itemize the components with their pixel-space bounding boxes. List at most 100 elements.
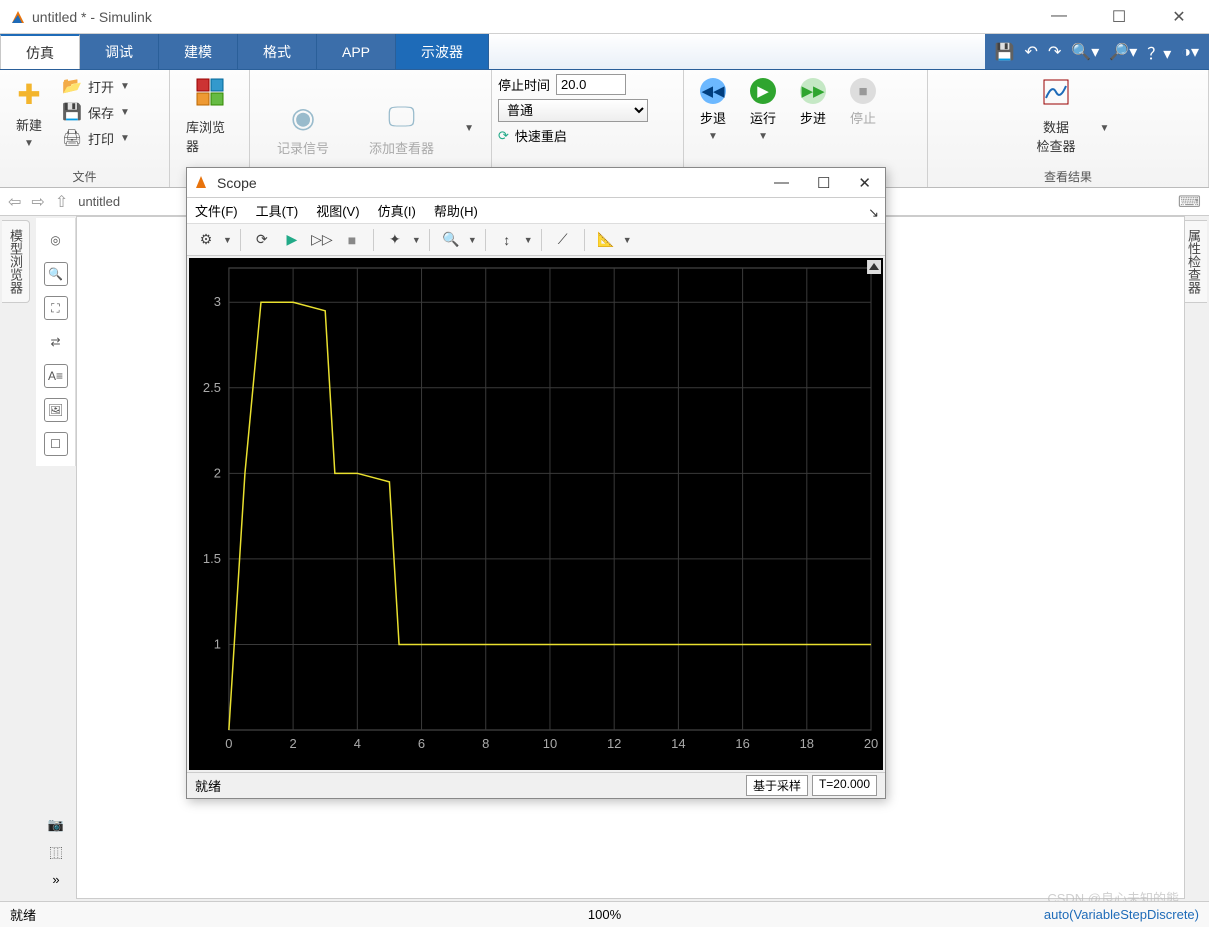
save-shortcut-icon[interactable]: 💾 bbox=[995, 42, 1015, 62]
minimize-button[interactable]: — bbox=[1039, 7, 1079, 27]
svg-text:16: 16 bbox=[735, 736, 749, 751]
scope-menu-sim[interactable]: 仿真(I) bbox=[378, 201, 416, 220]
scope-menu-view[interactable]: 视图(V) bbox=[316, 201, 359, 220]
ribbon-tabs: 仿真 调试 建模 格式 APP 示波器 💾 ↶ ↷ 🔍▾ 🔎▾ ？▾ ◑▾ bbox=[0, 34, 1209, 70]
nav-fwd-icon[interactable]: ⇨ bbox=[31, 192, 44, 212]
scope-maximize-button[interactable]: ☐ bbox=[811, 174, 836, 192]
scope-window: Scope — ☐ ✕ 文件(F) 工具(T) 视图(V) 仿真(I) 帮助(H… bbox=[186, 167, 886, 799]
scope-plot[interactable]: 0246810121416182011.522.53 bbox=[189, 258, 883, 770]
target-icon[interactable]: ◎ bbox=[44, 228, 68, 252]
breadcrumb-text[interactable]: untitled bbox=[78, 194, 120, 209]
review-more-icon[interactable]: ▼ bbox=[1100, 123, 1110, 134]
status-bar: 就绪 100% auto(VariableStepDiscrete) bbox=[0, 901, 1209, 927]
help-icon[interactable]: ？▾ bbox=[1147, 40, 1171, 64]
tab-apps[interactable]: APP bbox=[317, 34, 396, 69]
scope-cursor-icon[interactable]: ⟋ bbox=[550, 227, 576, 253]
inspector-icon bbox=[1042, 78, 1070, 113]
new-label: 新建 bbox=[16, 115, 42, 134]
scope-restart-icon[interactable]: ⟳ bbox=[249, 227, 275, 253]
annotate-icon[interactable]: A≡ bbox=[44, 364, 68, 388]
tab-simulate[interactable]: 仿真 bbox=[0, 34, 80, 69]
stop-label: 停止 bbox=[850, 108, 876, 127]
fit-view-icon[interactable]: ⛶ bbox=[44, 296, 68, 320]
expand-icon[interactable]: » bbox=[52, 872, 59, 887]
scope-run-icon[interactable]: ▶ bbox=[279, 227, 305, 253]
run-button[interactable]: ▶运行▼ bbox=[740, 74, 786, 146]
image-icon[interactable]: 🖼 bbox=[44, 398, 68, 422]
svg-text:2.5: 2.5 bbox=[203, 380, 221, 395]
model-browser-tab[interactable]: 模型浏览器 bbox=[2, 220, 30, 303]
keyboard-icon[interactable]: ⌨ bbox=[1178, 192, 1201, 212]
close-button[interactable]: ✕ bbox=[1159, 7, 1199, 27]
nav-up-icon[interactable]: ⇧ bbox=[55, 192, 68, 212]
scope-logo-icon bbox=[195, 173, 211, 192]
library-label: 库浏览器 bbox=[186, 117, 233, 155]
more-icon[interactable]: ◑▾ bbox=[1181, 42, 1199, 62]
scope-stop-icon[interactable]: ■ bbox=[339, 227, 365, 253]
scope-autoscale-icon[interactable]: ↕ bbox=[494, 227, 520, 253]
new-file-icon: ✚ bbox=[17, 78, 40, 111]
print-label: 打印 bbox=[88, 129, 114, 148]
svg-text:12: 12 bbox=[607, 736, 621, 751]
step-forward-button[interactable]: ▶▶ 步进 bbox=[790, 74, 836, 131]
folder-open-icon: 📂 bbox=[62, 76, 82, 96]
print-icon: 🖨 bbox=[62, 128, 82, 148]
status-zoom[interactable]: 100% bbox=[588, 907, 621, 922]
tab-format[interactable]: 格式 bbox=[238, 34, 317, 69]
add-viewer-button[interactable]: 🖵 添加查看器 bbox=[359, 97, 444, 161]
scope-close-button[interactable]: ✕ bbox=[852, 174, 877, 192]
record-icon: ◉ bbox=[291, 101, 315, 134]
save-icon: 💾 bbox=[62, 102, 82, 122]
undo-icon[interactable]: ↶ bbox=[1025, 42, 1038, 62]
hierarchy-icon[interactable]: ⿲ bbox=[49, 843, 62, 862]
tab-debug[interactable]: 调试 bbox=[80, 34, 159, 69]
redo-icon[interactable]: ↷ bbox=[1048, 42, 1061, 62]
scope-trigger-icon[interactable]: ✦ bbox=[382, 227, 408, 253]
run-label: 运行 bbox=[750, 108, 776, 127]
fast-restart-label: 快速重启 bbox=[515, 126, 567, 145]
step-forward-icon: ▶▶ bbox=[800, 78, 826, 104]
svg-text:14: 14 bbox=[671, 736, 685, 751]
stop-button[interactable]: ■停止 bbox=[840, 74, 886, 131]
save-button[interactable]: 💾保存▼ bbox=[56, 100, 136, 124]
camera-icon[interactable]: 📷 bbox=[48, 817, 64, 833]
scope-menu-bar: 文件(F) 工具(T) 视图(V) 仿真(I) 帮助(H) ↘ bbox=[187, 198, 885, 224]
open-button[interactable]: 📂打开▼ bbox=[56, 74, 136, 98]
data-inspector-button[interactable]: 数据 检查器 bbox=[1027, 74, 1086, 159]
svg-text:2: 2 bbox=[214, 465, 221, 480]
window-title: untitled * - Simulink bbox=[32, 9, 152, 25]
scope-step-icon[interactable]: ▷▷ bbox=[309, 227, 335, 253]
svg-text:4: 4 bbox=[354, 736, 361, 751]
scope-menu-help[interactable]: 帮助(H) bbox=[434, 201, 478, 220]
step-back-button[interactable]: ◀◀步退▼ bbox=[690, 74, 736, 146]
record-signal-button[interactable]: ◉ 记录信号 bbox=[267, 97, 339, 161]
scope-pin-icon[interactable]: ↘ bbox=[868, 205, 879, 221]
print-button[interactable]: 🖨打印▼ bbox=[56, 126, 136, 150]
sim-mode-select[interactable]: 普通 bbox=[498, 99, 648, 122]
step-back-label: 步退 bbox=[700, 108, 726, 127]
step-forward-label: 步进 bbox=[800, 108, 826, 127]
scope-measure-icon[interactable]: 📐 bbox=[593, 227, 619, 253]
record-label: 记录信号 bbox=[277, 138, 329, 157]
prepare-more-icon[interactable]: ▼ bbox=[464, 123, 474, 134]
auto-arrange-icon[interactable]: ⇄ bbox=[44, 330, 68, 354]
scope-menu-tools[interactable]: 工具(T) bbox=[256, 201, 299, 220]
group-file-label: 文件 bbox=[0, 168, 169, 185]
fast-restart-icon[interactable]: ⟳ bbox=[498, 128, 509, 144]
tab-modeling[interactable]: 建模 bbox=[159, 34, 238, 69]
status-solver[interactable]: auto(VariableStepDiscrete) bbox=[1044, 907, 1199, 922]
search-icon[interactable]: 🔍▾ bbox=[1071, 42, 1099, 62]
library-browser-button[interactable]: 库浏览器 bbox=[176, 74, 243, 159]
box-icon[interactable]: ☐ bbox=[44, 432, 68, 456]
zoom-in-icon[interactable]: 🔍 bbox=[44, 262, 68, 286]
scope-minimize-button[interactable]: — bbox=[768, 174, 795, 192]
scope-config-icon[interactable]: ⚙ bbox=[193, 227, 219, 253]
find-icon[interactable]: 🔎▾ bbox=[1109, 42, 1137, 62]
stop-time-input[interactable] bbox=[556, 74, 626, 95]
scope-menu-file[interactable]: 文件(F) bbox=[195, 201, 238, 220]
nav-back-icon[interactable]: ⇦ bbox=[8, 192, 21, 212]
maximize-button[interactable]: ☐ bbox=[1099, 7, 1139, 27]
tab-scope[interactable]: 示波器 bbox=[396, 34, 489, 69]
scope-zoom-icon[interactable]: 🔍 bbox=[438, 227, 464, 253]
new-button[interactable]: ✚ 新建 ▼ bbox=[6, 74, 52, 153]
